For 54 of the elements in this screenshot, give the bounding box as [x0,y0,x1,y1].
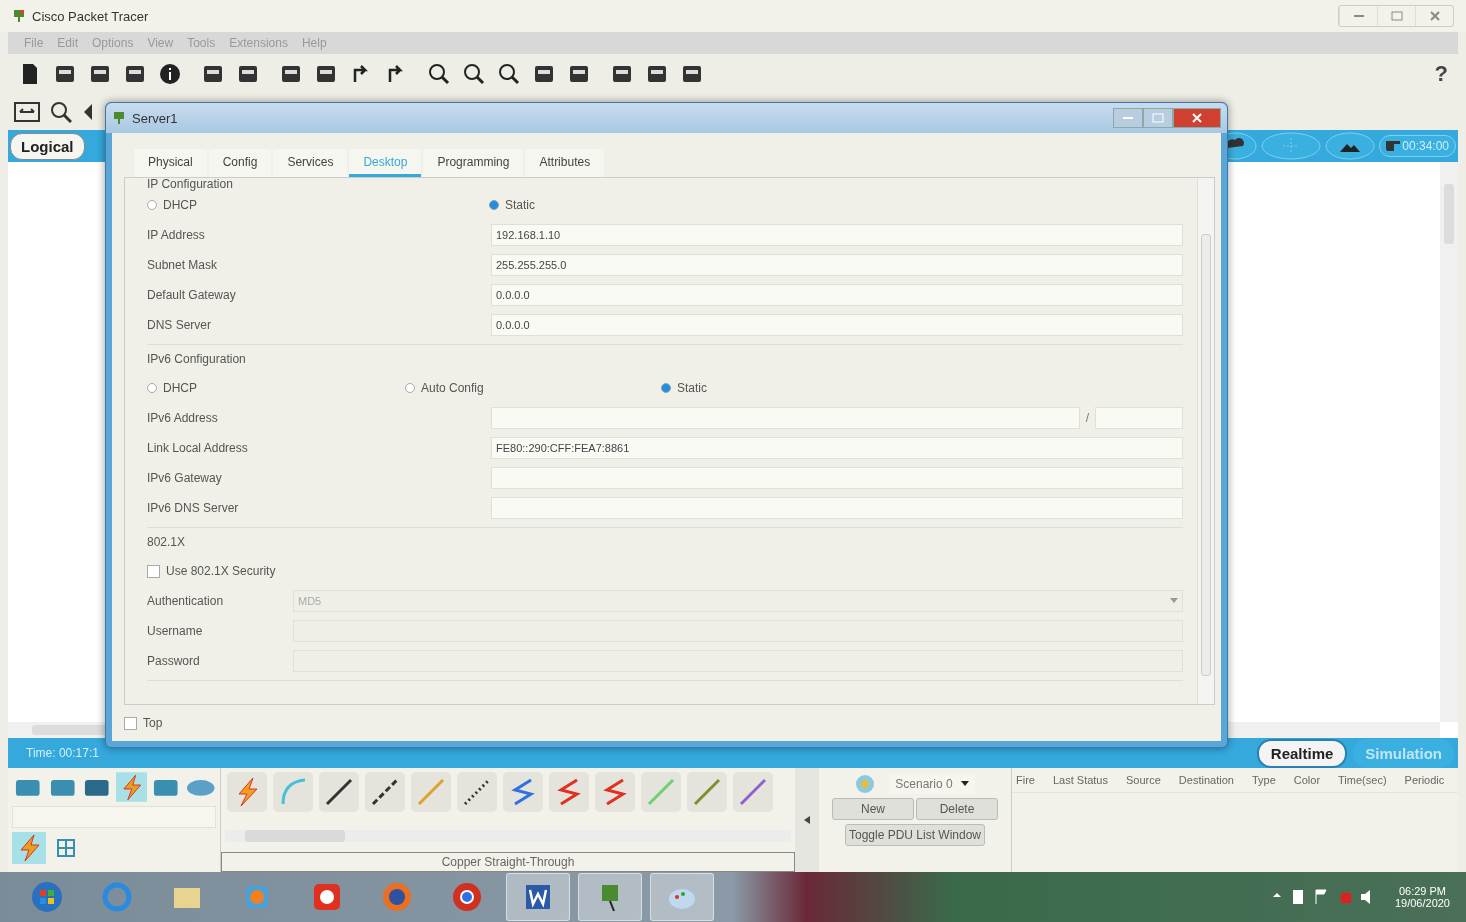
field-label: IPv6 Gateway [147,471,223,485]
clock-date: 19/06/2020 [1394,897,1450,909]
input-field[interactable]: FE80::290:CFF:FEA7:8861 [491,437,1183,459]
input-field[interactable]: 0.0.0.0 [491,314,1183,336]
separator-text: / [1085,411,1089,425]
field-label: Default Gateway [147,288,237,302]
field-label: Username [147,624,204,638]
cable-name-label: Copper Straight-Through [221,852,795,872]
radio-button[interactable]: Static [489,198,1183,212]
input-field[interactable]: 192.168.1.10 [491,224,1183,246]
column-header[interactable]: Fire [1016,774,1035,786]
checkbox[interactable]: Use 802.1X Security [147,556,1183,586]
input-field[interactable]: 0.0.0.0 [491,284,1183,306]
radio-button[interactable]: DHCP [147,381,405,395]
time-label: Time: 00:17:1 [26,746,99,760]
column-header[interactable]: Type [1251,774,1276,786]
column-header[interactable]: Destination [1178,774,1234,786]
field-label: IP Address [147,228,206,242]
section-heading: IPv6 Configuration [147,351,247,368]
field-label: Password [147,654,201,668]
logical-tab[interactable]: Logical [10,132,85,160]
radio-button[interactable]: Auto Config [405,381,661,395]
field-label: DNS Server [147,318,212,332]
tab[interactable]: Physical [134,149,207,177]
field-label: IPv6 Address [147,411,219,425]
column-header[interactable]: Time(sec) [1338,774,1387,786]
tab[interactable]: Attributes [525,149,605,177]
column-header[interactable]: Source [1126,774,1161,786]
checkbox[interactable]: Top [124,705,163,741]
field-label: Link Local Address [147,441,249,455]
timer-text: 00:34:00 [1402,139,1449,153]
tab[interactable]: Config [208,149,272,177]
help-button[interactable]: ? [1434,61,1448,87]
section-heading: 802.1X [147,534,187,551]
input-field[interactable]: 255.255.255.0 [491,254,1183,276]
column-header[interactable]: Last Status [1052,774,1108,786]
scenario-button[interactable]: Delete [916,798,998,820]
tab[interactable]: Services [273,149,348,177]
scenario-button[interactable]: New [832,798,914,820]
mode-tab[interactable]: Realtime [1256,738,1348,768]
field-label: Subnet Mask [147,258,219,272]
column-header[interactable]: Color [1293,774,1321,786]
field-label: Authentication [147,594,225,608]
field-label: IPv6 DNS Server [147,501,240,515]
column-header[interactable]: Periodic [1404,774,1445,786]
scenario-dropdown[interactable]: Scenario 0 [889,774,975,794]
clock-time: 06:29 PM [1398,885,1446,897]
tab[interactable]: Programming [423,149,524,177]
section-heading: IP Configuration [147,178,234,190]
toggle-pdu-button[interactable]: Toggle PDU List Window [845,824,985,846]
radio-button[interactable]: DHCP [147,198,489,212]
window-title: Cisco Packet Tracer [32,8,149,24]
dialog-title: Server1 [132,110,178,126]
radio-button[interactable]: Static [661,381,1183,395]
